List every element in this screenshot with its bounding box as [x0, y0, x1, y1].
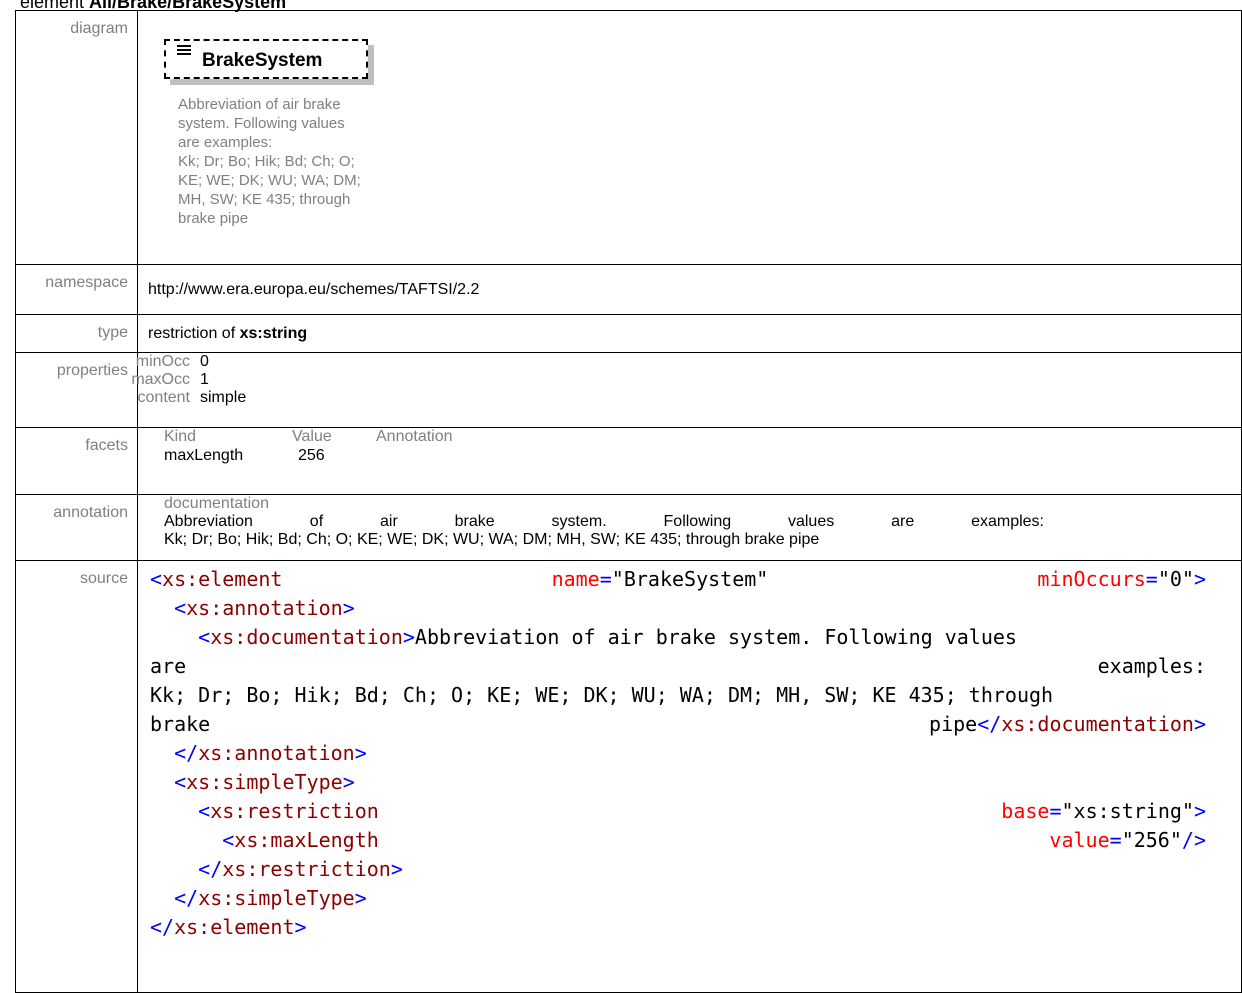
code-line: Kk; Dr; Bo; Hik; Bd; Ch; O; KE; WE; DK; … [150, 683, 1054, 707]
diagram-doc-text: Abbreviation of air brake system. Follow… [178, 96, 361, 227]
code-line: </xs:restriction > [198, 857, 403, 881]
row-annotation: annotation documentation Abbreviation of… [15, 494, 1242, 561]
row-type: type restriction of xs:string [15, 314, 1242, 353]
code-line: < xs:maxLength value = "256"/> [222, 828, 1206, 852]
facet-row: maxLength 256 [148, 446, 1241, 466]
code-line: are examples: [150, 654, 1206, 678]
facets-cell: Kind Value Annotation maxLength 256 [137, 427, 1242, 495]
code-line: < xs:restriction base = "xs:string" > [198, 799, 1206, 823]
property-value: simple [200, 389, 247, 406]
source-cell: < xs:element name = "BrakeSystem" minOccurs = "… [137, 560, 1242, 993]
row-diagram: diagram BrakeSystem Abbreviation of air … [15, 10, 1242, 265]
label-diagram: diagram [15, 10, 138, 265]
facets-header-annotation: Annotation [376, 428, 453, 445]
diagram: BrakeSystem Abbreviation of air brake sy… [148, 11, 1241, 264]
property-value: 0 [200, 353, 209, 370]
property-row: content simple [78, 389, 1241, 407]
row-source: source < xs:element name = "BrakeSystem" minO… [15, 560, 1242, 993]
row-namespace: namespace http://www.era.europa.eu/schem… [15, 264, 1242, 315]
facets-header-kind: Kind [164, 428, 197, 445]
label-type: type [15, 314, 138, 353]
annotation-doc-label: documentation [164, 495, 269, 512]
code-line: < xs:element name = "BrakeSystem" minOccurs = "… [150, 567, 1207, 591]
code-line: </xs:annotation > [174, 741, 367, 765]
property-key: minOcc [135, 353, 190, 370]
annotation-line: Abbreviation of air brake system. Follow… [164, 513, 1044, 530]
annotation-text: Abbreviation of air brake system. Follow… [164, 513, 1044, 549]
type-value[interactable]: xs:string [240, 325, 308, 342]
diagram-element-name: BrakeSystem [202, 50, 323, 71]
facet-kind: maxLength [164, 447, 244, 464]
code-line: < xs:documentation > Abbreviation of air br… [198, 625, 1017, 649]
facets-header: Kind Value Annotation [148, 428, 1241, 446]
type-cell: restriction of xs:string [137, 314, 1242, 353]
source-code: < xs:element name = "BrakeSystem" minOccurs = "… [150, 561, 1206, 942]
row-properties: properties minOcc 0 maxOcc 1 content simple [15, 352, 1242, 428]
property-key: maxOcc [131, 371, 190, 388]
annotation-line: Kk; Dr; Bo; Hik; Bd; Ch; O; KE; WE; DK; … [164, 531, 820, 548]
label-annotation: annotation [15, 494, 138, 561]
property-key: content [137, 389, 190, 406]
code-line: < xs:simpleType > [174, 770, 355, 794]
property-value: 1 [200, 371, 209, 388]
code-line: </xs:element > [150, 915, 307, 939]
element-doc-table: diagram BrakeSystem Abbreviation of air … [15, 10, 1242, 993]
diagram-cell: BrakeSystem Abbreviation of air brake sy… [137, 10, 1242, 265]
label-source: source [15, 560, 138, 993]
annotation-cell: documentation Abbreviation of air brake … [137, 494, 1242, 561]
label-facets: facets [15, 427, 138, 495]
facet-value: 256 [298, 447, 325, 464]
code-line: </xs:simpleType > [174, 886, 367, 910]
code-line: < xs:annotation > [174, 596, 355, 620]
property-row: minOcc 0 [78, 353, 1241, 371]
diagram-element-box[interactable]: BrakeSystem [164, 39, 368, 79]
row-facets: facets Kind Value Annotation maxLength 256 [15, 427, 1242, 495]
properties-cell: minOcc 0 maxOcc 1 content simple [131, 352, 1242, 428]
type-prefix: restriction of [148, 324, 240, 342]
property-row: maxOcc 1 [78, 371, 1241, 389]
code-line: brake pipe </xs:documentation > [150, 712, 1206, 736]
label-namespace: namespace [15, 264, 138, 315]
facets-header-value: Value [292, 428, 332, 445]
namespace-value: http://www.era.europa.eu/schemes/TAFTSI/… [137, 264, 1242, 315]
documentation-icon [177, 43, 191, 55]
